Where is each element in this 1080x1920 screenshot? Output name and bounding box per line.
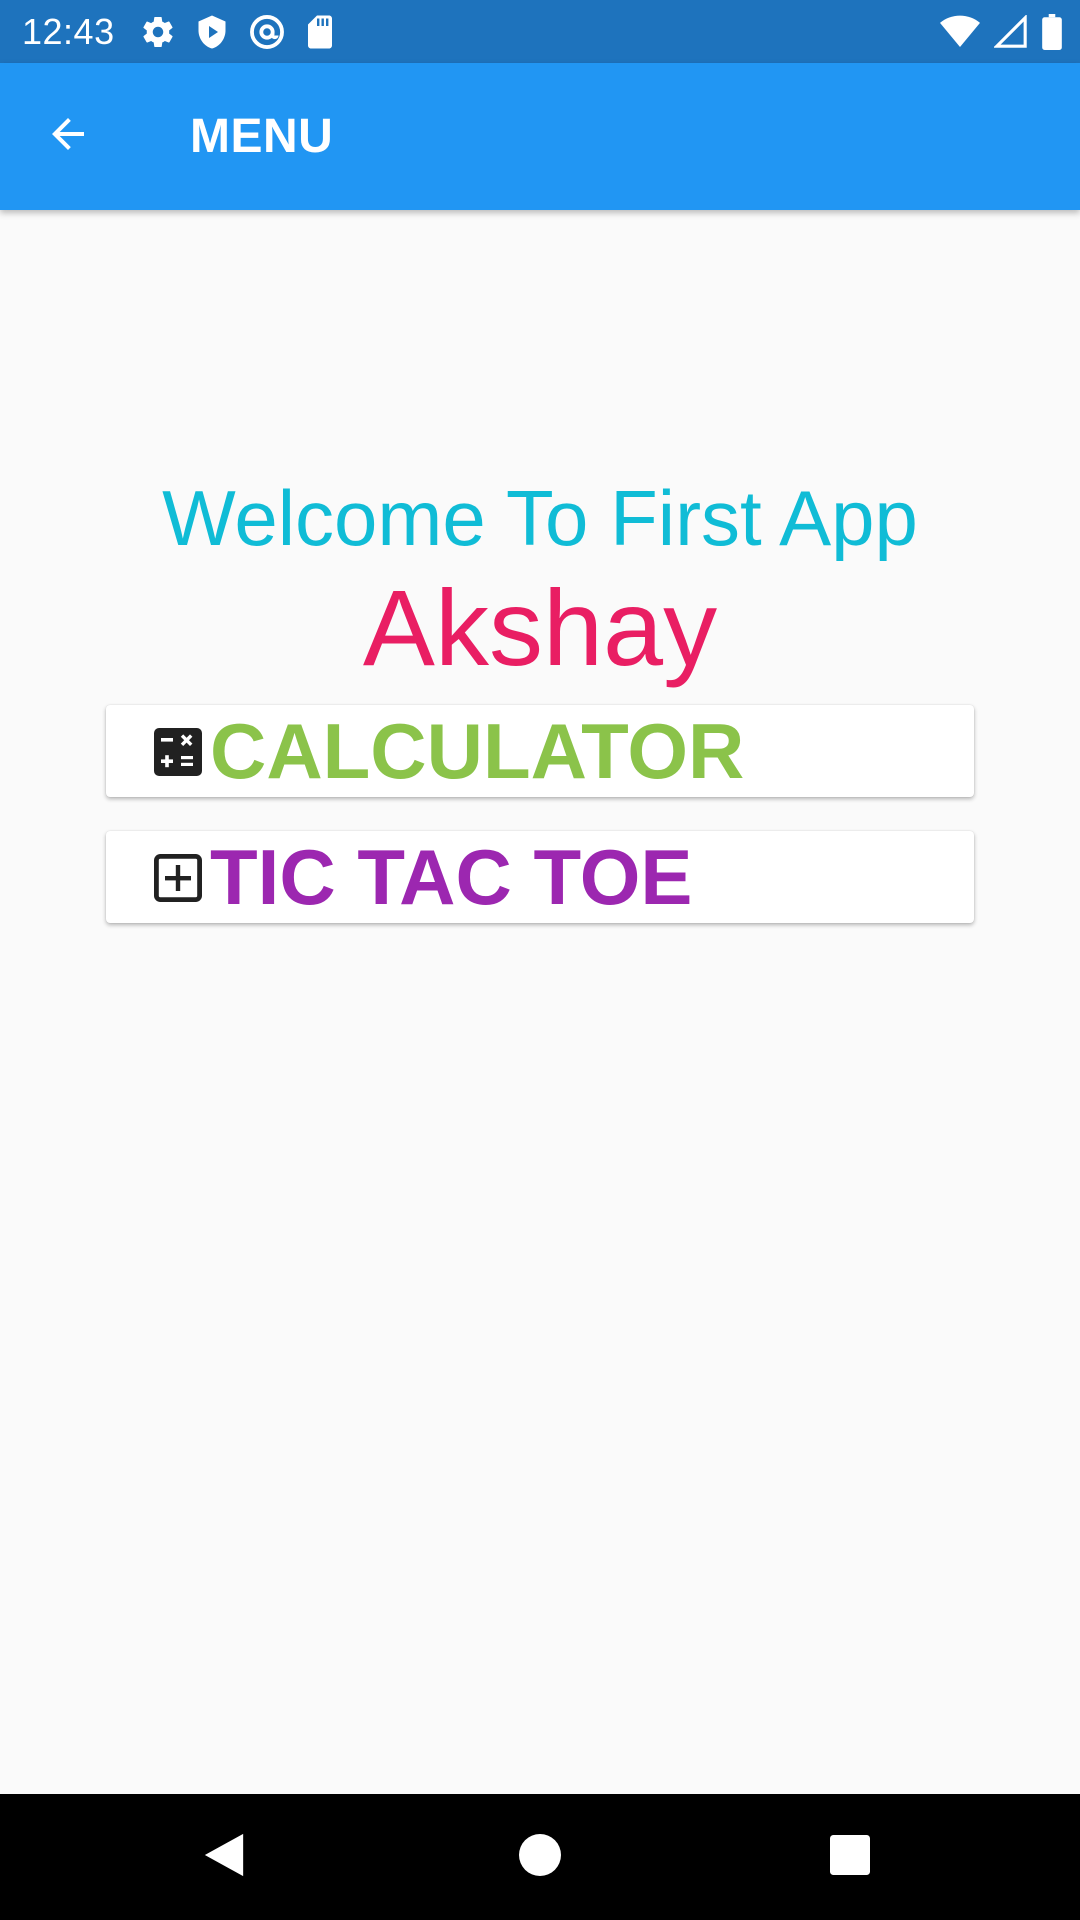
calculator-button[interactable]: CALCULATOR [106,705,974,797]
back-button[interactable] [36,104,100,168]
at-sign-icon [248,13,286,51]
wifi-icon [940,15,980,49]
tic-tac-toe-button[interactable]: TIC TAC TOE [106,831,974,923]
nav-recents-button[interactable] [820,1827,880,1887]
sd-card-icon [304,14,336,50]
app-bar: MENU [0,63,1080,210]
status-bar: 12:43 [0,0,1080,63]
battery-icon [1042,14,1062,50]
tic-tac-toe-label: TIC TAC TOE [210,833,693,921]
status-time: 12:43 [22,11,115,52]
signal-icon [994,15,1028,49]
welcome-text: Welcome To First App [162,474,918,562]
back-triangle-icon [202,1832,246,1883]
calculator-icon [154,728,202,776]
status-icons-left [140,12,336,52]
gear-icon [140,14,176,50]
home-circle-icon [519,1833,561,1881]
nav-bar [0,1794,1080,1920]
shield-play-icon [194,14,230,50]
nav-home-button[interactable] [510,1827,570,1887]
user-name: Akshay [362,567,718,688]
nav-back-button[interactable] [194,1827,254,1887]
arrow-back-icon [44,110,92,163]
calculator-label: CALCULATOR [210,707,745,795]
plus-box-icon [154,854,203,903]
page-title: MENU [190,110,334,163]
recents-square-icon [830,1834,870,1880]
status-icons-right [940,12,1062,52]
